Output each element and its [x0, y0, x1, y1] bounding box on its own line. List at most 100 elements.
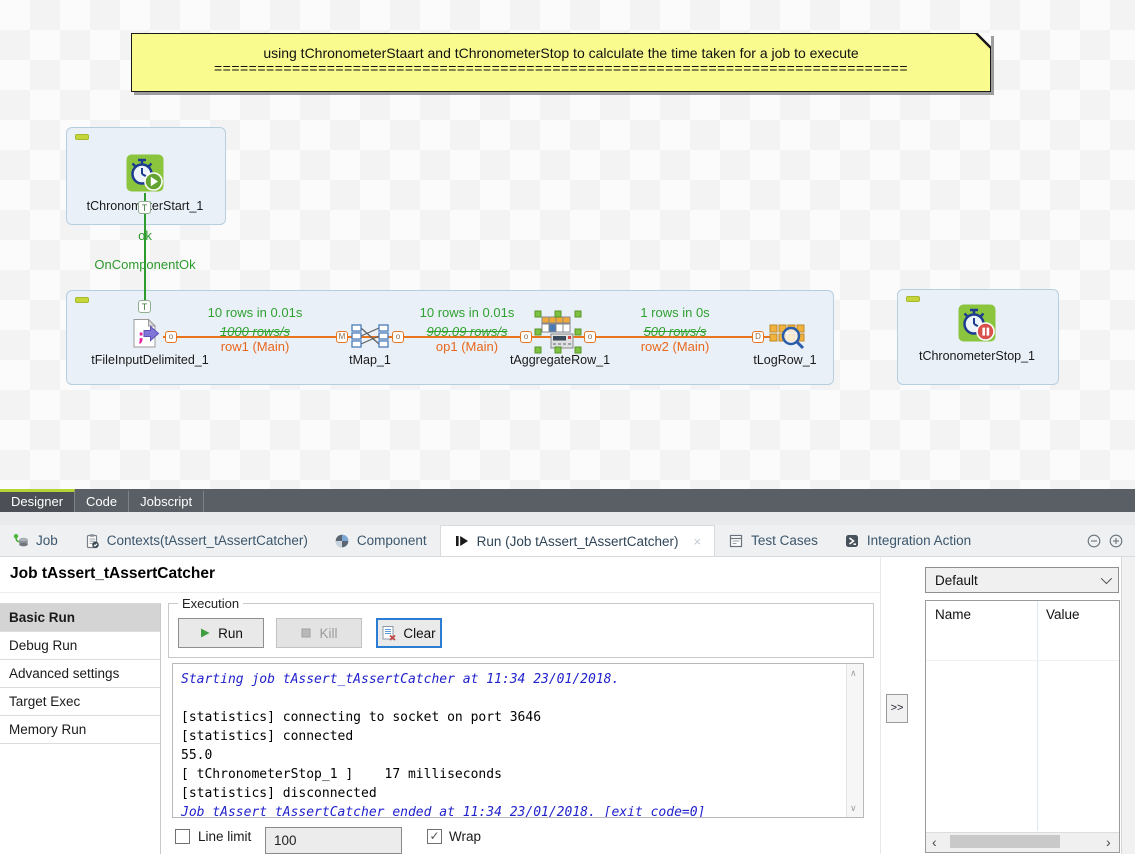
trigger-type-label[interactable]: OnComponentOk — [45, 257, 245, 272]
view-controls — [1087, 525, 1135, 556]
divider-strip — [0, 512, 1135, 525]
run-sidebar: Basic Run Debug Run Advanced settings Ta… — [0, 603, 161, 854]
designer-tab-bar: Designer Code Jobscript — [0, 489, 1135, 512]
context-select[interactable]: Default — [925, 567, 1119, 593]
tchronometerstop-icon[interactable] — [957, 303, 997, 343]
kill-button-label: Kill — [319, 626, 337, 641]
console-line: Starting job tAssert_tAssertCatcher at 1… — [181, 670, 839, 689]
tab-job[interactable]: Job — [0, 525, 71, 556]
tab-run[interactable]: Run (Job tAssert_tAssertCatcher) × — [440, 525, 715, 556]
table-row-line — [926, 660, 1119, 661]
tchronometerstart-icon[interactable] — [125, 153, 165, 193]
subjob-collapse-toggle[interactable] — [75, 297, 89, 303]
tab-test-cases-label: Test Cases — [751, 533, 818, 548]
sidebar-item-target-exec[interactable]: Target Exec — [0, 688, 160, 716]
sticky-note[interactable]: using tChronometerStaart and tChronomete… — [131, 33, 991, 92]
title-separator — [0, 592, 880, 593]
scroll-down-icon[interactable]: ∨ — [850, 803, 857, 814]
tab-integration-action-label: Integration Action — [867, 533, 971, 548]
connection2-name[interactable]: op1 (Main) — [372, 339, 562, 354]
integration-action-icon — [844, 533, 860, 549]
console-line: Job tAssert_tAssertCatcher ended at 11:3… — [181, 803, 839, 818]
component-label-logrow: tLogRow_1 — [700, 353, 870, 367]
note-underline: ========================================… — [132, 61, 990, 76]
note-text: using tChronometerStaart and tChronomete… — [132, 45, 990, 61]
minimize-view-icon[interactable] — [1087, 534, 1101, 548]
tab-contexts[interactable]: Contexts(tAssert_tAssertCatcher) — [71, 525, 321, 556]
tfileinputdelimited-icon[interactable]: ; — [127, 316, 163, 352]
trigger-status-label: ok — [95, 228, 195, 243]
play-icon — [199, 627, 211, 639]
subjob-collapse-toggle[interactable] — [906, 296, 920, 302]
context-variables-table[interactable] — [925, 600, 1120, 853]
line-limit-input[interactable] — [265, 827, 402, 854]
connection1-row-stats: 10 rows in 0.01s — [160, 305, 350, 320]
component-label-tmap: tMap_1 — [285, 353, 455, 367]
tab-jobscript[interactable]: Jobscript — [129, 489, 204, 512]
component-label-fileinput: tFileInputDelimited_1 — [65, 353, 235, 367]
wrap-label: Wrap — [449, 829, 481, 844]
connection3-row-stats: 1 rows in 0s — [580, 305, 770, 320]
trigger-port-out[interactable]: T — [138, 201, 151, 214]
execution-groupbox — [168, 603, 874, 658]
subjob-collapse-toggle[interactable] — [75, 134, 89, 140]
test-cases-icon — [728, 533, 744, 549]
execution-console[interactable]: Starting job tAssert_tAssertCatcher at 1… — [172, 663, 864, 818]
connection3-rate: 500 rows/s — [580, 324, 770, 339]
kill-button[interactable]: Kill — [276, 618, 362, 648]
check-icon: ✓ — [429, 829, 439, 843]
line-limit-label: Line limit — [198, 829, 251, 844]
tab-component[interactable]: Component — [321, 525, 440, 556]
trigger-port-in[interactable]: T — [138, 300, 151, 313]
table-column-divider — [1037, 601, 1038, 831]
tab-integration-action[interactable]: Integration Action — [831, 525, 984, 556]
connection2-rate: 909.09 rows/s — [372, 324, 562, 339]
stop-icon — [300, 627, 312, 639]
page-title: Job tAssert_tAssertCatcher — [10, 565, 215, 583]
sidebar-item-memory-run[interactable]: Memory Run — [0, 716, 160, 744]
tlogrow-icon[interactable] — [768, 322, 808, 352]
sidebar-item-basic-run[interactable]: Basic Run — [0, 604, 160, 632]
console-scrollbar[interactable] — [846, 664, 863, 817]
scroll-left-icon[interactable]: ‹ — [932, 834, 937, 850]
clear-button[interactable]: Clear — [376, 618, 442, 648]
connection1-rate: 1000 rows/s — [160, 324, 350, 339]
column-header-value[interactable]: Value — [1046, 607, 1080, 622]
chevron-down-icon — [1101, 573, 1112, 584]
connection3-name[interactable]: row2 (Main) — [580, 339, 770, 354]
run-button[interactable]: Run — [178, 618, 264, 648]
panel-sash[interactable] — [880, 557, 881, 854]
maximize-view-icon[interactable] — [1109, 534, 1123, 548]
tab-run-label: Run (Job tAssert_tAssertCatcher) — [477, 534, 679, 549]
run-icon — [454, 533, 470, 549]
note-fold-corner — [975, 33, 991, 49]
console-line — [181, 689, 839, 708]
component-label-stop: tChronometerStop_1 — [899, 349, 1055, 363]
wrap-checkbox[interactable]: ✓ — [427, 829, 442, 844]
console-line: 55.0 — [181, 746, 839, 765]
scrollbar-thumb[interactable] — [950, 835, 1060, 848]
clear-button-label: Clear — [403, 626, 435, 641]
console-line: [statistics] disconnected — [181, 784, 839, 803]
console-line: [statistics] connected — [181, 727, 839, 746]
scroll-up-icon[interactable]: ∧ — [850, 668, 857, 679]
contexts-icon — [84, 533, 100, 549]
tab-contexts-label: Contexts(tAssert_tAssertCatcher) — [107, 533, 308, 548]
close-icon[interactable]: × — [693, 534, 701, 549]
column-header-name[interactable]: Name — [935, 607, 971, 622]
sidebar-item-advanced-settings[interactable]: Advanced settings — [0, 660, 160, 688]
job-designer-canvas[interactable]: using tChronometerStaart and tChronomete… — [0, 0, 1135, 489]
run-button-label: Run — [218, 626, 243, 641]
tab-test-cases[interactable]: Test Cases — [715, 525, 831, 556]
scroll-right-icon[interactable]: › — [1106, 834, 1111, 850]
line-limit-checkbox[interactable] — [175, 829, 190, 844]
view-tab-bar: Job Contexts(tAssert_tAssertCatcher) Com… — [0, 525, 1135, 557]
console-line: [ tChronometerStop_1 ] 17 milliseconds — [181, 765, 839, 784]
expand-context-button[interactable]: >> — [886, 694, 908, 723]
tab-component-label: Component — [357, 533, 427, 548]
connection2-row-stats: 10 rows in 0.01s — [372, 305, 562, 320]
tab-designer[interactable]: Designer — [0, 489, 75, 512]
sidebar-item-debug-run[interactable]: Debug Run — [0, 632, 160, 660]
connection1-name[interactable]: row1 (Main) — [160, 339, 350, 354]
tab-code[interactable]: Code — [75, 489, 129, 512]
